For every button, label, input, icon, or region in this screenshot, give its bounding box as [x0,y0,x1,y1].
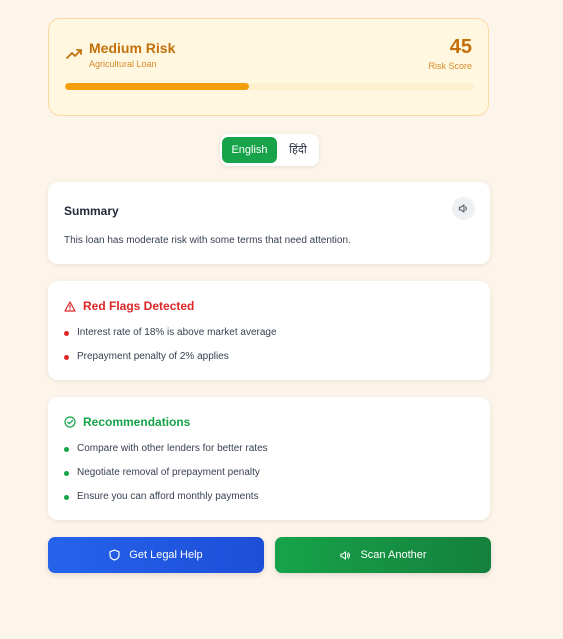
language-option-hindi[interactable]: हिंदी [281,137,315,163]
bullet-dot [64,355,69,360]
speaker-icon [340,550,351,560]
red-flags-header: Red Flags Detected [64,299,194,313]
red-flags-list: Interest rate of 18% is above market ave… [64,327,277,375]
bullet-dot [64,495,69,500]
recommendation-text: Ensure you can afford monthly payments [77,491,259,502]
red-flags-card: Red Flags Detected Interest rate of 18% … [48,281,490,380]
recommendations-list: Compare with other lenders for better ra… [64,443,268,515]
red-flag-text: Prepayment penalty of 2% applies [77,351,229,362]
recommendation-text: Compare with other lenders for better ra… [77,443,268,454]
warning-triangle-icon [64,300,76,312]
trending-up-icon [66,47,82,59]
summary-title: Summary [64,204,119,218]
risk-card: Medium Risk Agricultural Loan 45 Risk Sc… [48,18,489,116]
summary-text: This loan has moderate risk with some te… [64,235,351,246]
bullet-dot [64,447,69,452]
list-item: Ensure you can afford monthly payments [64,491,268,515]
scan-another-button[interactable]: Scan Another [275,537,491,573]
read-aloud-button[interactable] [452,197,475,220]
risk-level: Medium Risk [89,40,176,56]
risk-progress-bar [65,83,474,90]
list-item: Negotiate removal of prepayment penalty [64,467,268,491]
recommendations-title: Recommendations [83,415,191,429]
list-item: Interest rate of 18% is above market ave… [64,327,277,351]
list-item: Compare with other lenders for better ra… [64,443,268,467]
recommendations-header: Recommendations [64,415,190,429]
red-flags-title: Red Flags Detected [83,299,195,313]
language-toggle: English हिंदी [220,134,319,166]
shield-icon [109,549,120,561]
get-legal-help-label: Get Legal Help [129,549,203,561]
risk-score-label: Risk Score [428,61,472,71]
loan-type: Agricultural Loan [89,59,157,69]
language-option-english[interactable]: English [222,137,277,163]
bullet-dot [64,331,69,336]
scan-another-label: Scan Another [360,549,427,561]
summary-card: Summary This loan has moderate risk with… [48,182,490,264]
recommendation-text: Negotiate removal of prepayment penalty [77,467,260,478]
check-circle-icon [64,416,76,428]
speaker-icon [458,204,467,213]
risk-score: 45 [449,36,472,58]
list-item: Prepayment penalty of 2% applies [64,351,277,375]
recommendations-card: Recommendations Compare with other lende… [48,397,490,520]
bullet-dot [64,471,69,476]
red-flag-text: Interest rate of 18% is above market ave… [77,327,277,338]
risk-progress-fill [65,83,250,90]
get-legal-help-button[interactable]: Get Legal Help [48,537,264,573]
